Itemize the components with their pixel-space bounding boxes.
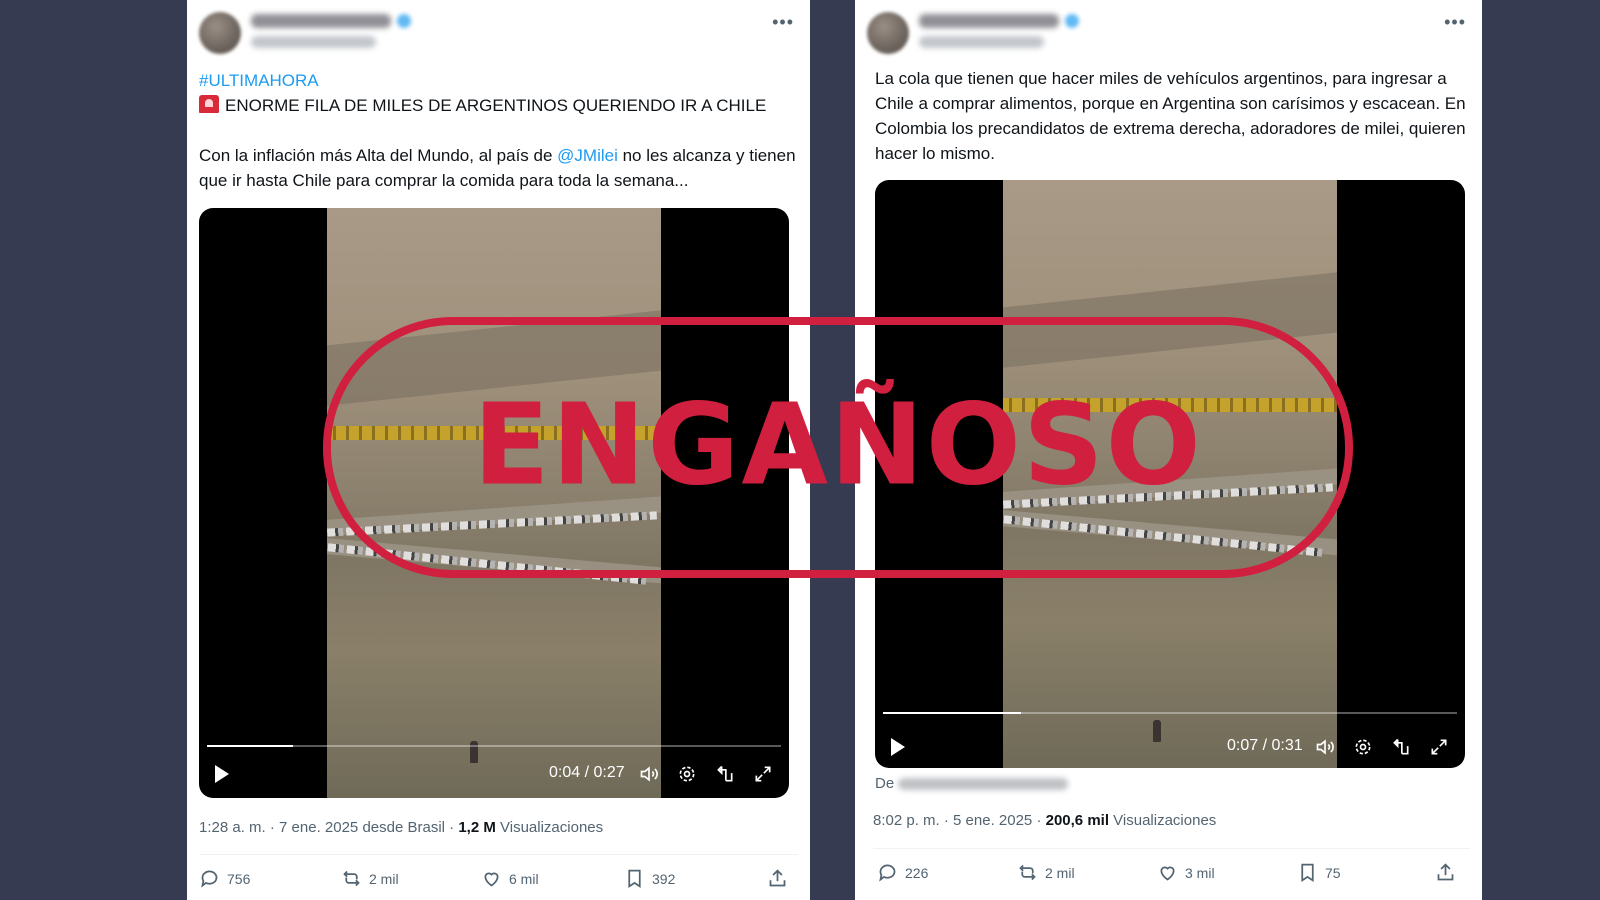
tweet-date[interactable]: 1:28 a. m. · 7 ene. 2025 desde Brasil · [199, 819, 458, 836]
play-button[interactable] [215, 765, 229, 783]
pip-icon[interactable] [715, 764, 735, 789]
play-icon [215, 765, 229, 783]
reply-count: 226 [905, 864, 929, 881]
avatar[interactable] [867, 12, 909, 54]
settings-icon[interactable] [1353, 737, 1373, 762]
volume-icon[interactable] [639, 764, 659, 789]
repost-count: 2 mil [1045, 864, 1075, 881]
views-count: 200,6 mil [1045, 812, 1109, 829]
repost-button[interactable]: 2 mil [1017, 862, 1075, 883]
verified-badge-icon [1065, 14, 1079, 28]
video-progress-bar[interactable] [207, 745, 781, 747]
tweet-header: ••• [867, 10, 1470, 60]
repost-icon [1019, 864, 1036, 881]
like-icon [484, 872, 499, 887]
blurred-source-name[interactable] [898, 778, 1069, 791]
tweet-actions: 226 2 mil 3 mil 75 [877, 862, 1470, 886]
share-icon [1437, 863, 1454, 881]
blurred-author-handle [251, 36, 376, 48]
from-label: De [875, 775, 895, 792]
tweet-text: La cola que tienen que hacer miles de ve… [875, 69, 1466, 163]
views-label: Visualizaciones [495, 819, 604, 836]
person [1153, 720, 1161, 742]
bookmark-button[interactable]: 75 [1297, 862, 1341, 883]
stamp-label: ENGAÑOSO [473, 379, 1203, 510]
settings-icon[interactable] [677, 764, 697, 789]
bookmark-icon [1301, 863, 1314, 883]
misleading-stamp: ENGAÑOSO [323, 317, 1353, 578]
reply-count: 756 [227, 870, 251, 887]
video-time: 0:07 / 0:31 [1227, 737, 1303, 754]
verified-badge-icon [397, 14, 411, 28]
bookmark-icon [628, 869, 641, 889]
like-icon [1160, 866, 1175, 881]
views-label: Visualizaciones [1109, 812, 1217, 829]
blurred-author-handle [919, 36, 1044, 48]
tweet-headline: ENORME FILA DE MILES DE ARGENTINOS QUERI… [225, 96, 767, 115]
tweet-header: ••• [199, 10, 798, 60]
tweet-date[interactable]: 8:02 p. m. · 5 ene. 2025 · [873, 812, 1046, 829]
volume-icon[interactable] [1315, 737, 1335, 762]
tweet-text: #ULTIMAHORA ENORME FILA DE MILES DE ARGE… [199, 68, 799, 193]
like-button[interactable]: 3 mil [1157, 862, 1215, 883]
repost-button[interactable]: 2 mil [341, 868, 399, 889]
like-button[interactable]: 6 mil [481, 868, 539, 889]
play-icon [891, 738, 905, 756]
play-button[interactable] [891, 738, 905, 756]
like-count: 6 mil [509, 870, 539, 887]
video-time: 0:04 / 0:27 [549, 764, 625, 781]
video-progress-bar[interactable] [883, 712, 1457, 714]
mention-link[interactable]: @JMilei [557, 146, 618, 165]
fullscreen-icon[interactable] [1429, 737, 1449, 762]
blurred-author-name [251, 14, 391, 28]
repost-count: 2 mil [369, 870, 399, 887]
pip-icon[interactable] [1391, 737, 1411, 762]
divider [873, 848, 1470, 849]
siren-icon [199, 95, 219, 113]
more-icon[interactable]: ••• [772, 12, 794, 33]
share-icon [769, 869, 786, 887]
divider [199, 854, 798, 855]
tweet-meta: 1:28 a. m. · 7 ene. 2025 desde Brasil · … [199, 819, 799, 836]
tweet-body-start: Con la inflación más Alta del Mundo, al … [199, 146, 558, 165]
reply-icon [201, 870, 218, 888]
bookmark-count: 75 [1325, 864, 1341, 881]
avatar[interactable] [199, 12, 241, 54]
bookmark-count: 392 [652, 870, 676, 887]
reply-button[interactable]: 226 [877, 862, 928, 883]
hashtag-link[interactable]: #ULTIMAHORA [199, 71, 319, 90]
reply-icon [879, 864, 896, 882]
source-attribution: De [875, 775, 1069, 792]
tweet-actions: 756 2 mil 6 mil 392 [199, 868, 798, 892]
share-button[interactable] [767, 868, 795, 889]
repost-icon [343, 870, 360, 887]
share-button[interactable] [1435, 862, 1463, 883]
views-count: 1,2 M [458, 819, 496, 836]
tweet-meta: 8:02 p. m. · 5 ene. 2025 · 200,6 mil Vis… [873, 812, 1473, 829]
more-icon[interactable]: ••• [1444, 12, 1466, 33]
like-count: 3 mil [1185, 864, 1215, 881]
reply-button[interactable]: 756 [199, 868, 250, 889]
blurred-author-name [919, 14, 1059, 28]
fullscreen-icon[interactable] [753, 764, 773, 789]
bookmark-button[interactable]: 392 [624, 868, 675, 889]
